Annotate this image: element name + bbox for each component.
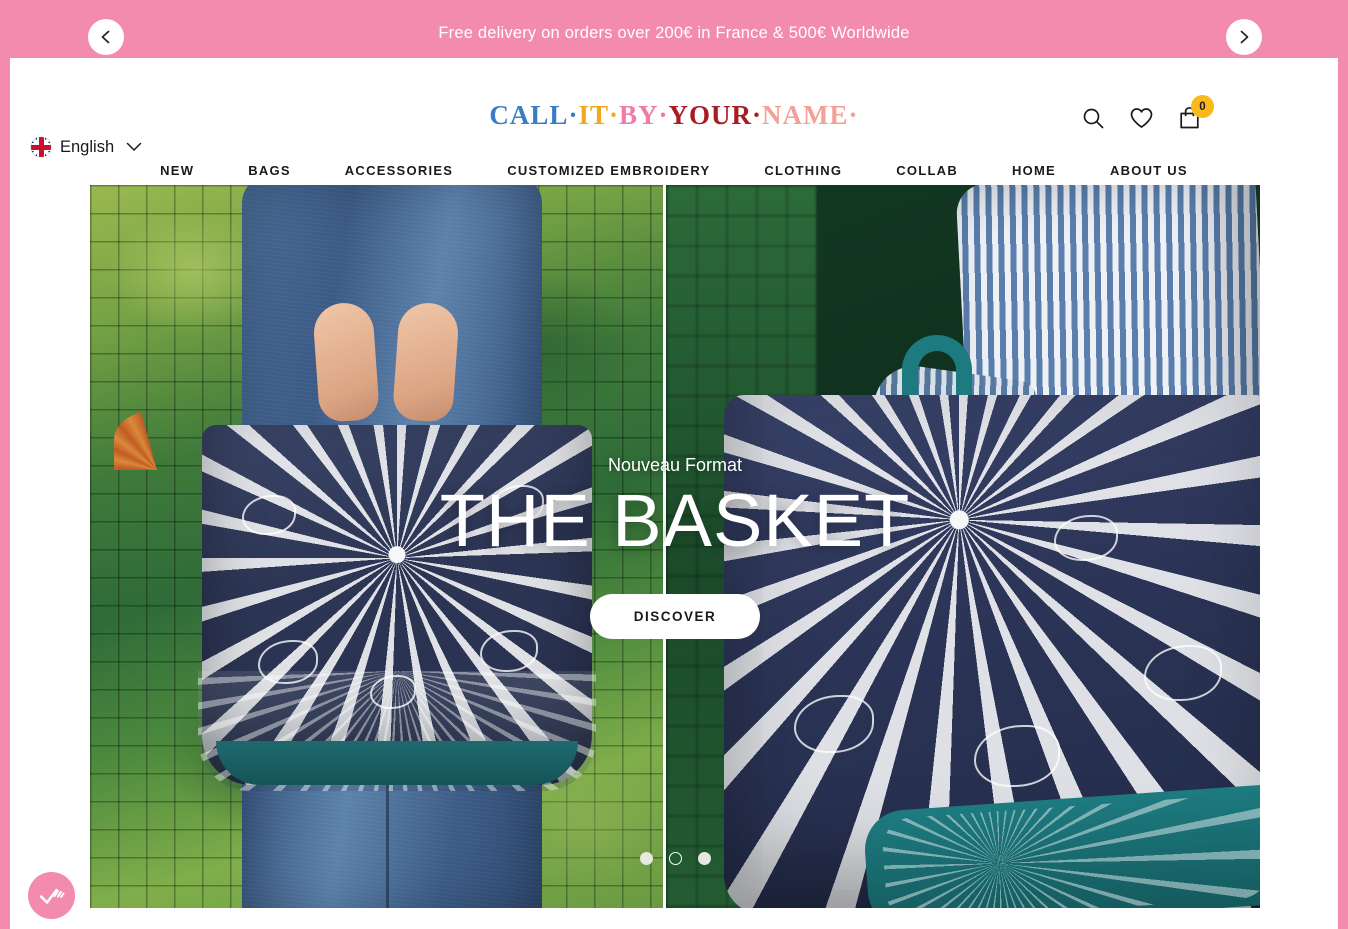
heart-icon <box>1130 108 1153 128</box>
check-swoosh-icon <box>39 888 64 904</box>
discover-button[interactable]: DISCOVER <box>589 593 761 639</box>
logo-part-by: BY <box>619 100 659 130</box>
main-navigation: NEW BAGS ACCESSORIES CUSTOMIZED EMBROIDE… <box>10 163 1338 178</box>
logo-part-it: IT <box>578 100 609 130</box>
logo-dot-5: · <box>848 100 859 130</box>
hero-slider[interactable]: Nouveau Format THE BASKET DISCOVER <box>90 185 1260 908</box>
slider-dot-1[interactable] <box>639 852 653 865</box>
search-button[interactable] <box>1081 106 1105 135</box>
nav-item-new[interactable]: NEW <box>133 163 221 178</box>
logo-part-your: YOUR <box>668 100 753 130</box>
logo-part-name: NAME <box>762 100 849 130</box>
wishlist-button[interactable] <box>1129 106 1154 135</box>
chevron-right-icon <box>1240 30 1249 44</box>
search-icon <box>1083 108 1104 129</box>
hero-image-left <box>90 185 663 908</box>
slider-dot-2[interactable] <box>668 852 682 865</box>
announcement-next-button[interactable] <box>1226 19 1262 55</box>
announcement-text: Free delivery on orders over 200€ in Fra… <box>438 24 910 42</box>
model-hands <box>308 301 472 423</box>
logo-dot-3: · <box>658 100 669 130</box>
nav-item-home[interactable]: HOME <box>985 163 1083 178</box>
announcement-prev-button[interactable] <box>88 19 124 55</box>
shell-mosaic-motif <box>114 410 200 470</box>
page-container: English CALL·IT·BY·YOUR·NAME· 0 NEW BAGS… <box>10 58 1338 929</box>
cart-button[interactable]: 0 <box>1178 95 1214 135</box>
cart-count-badge: 0 <box>1191 95 1214 118</box>
chevron-left-icon <box>101 30 110 44</box>
nav-item-about-us[interactable]: ABOUT US <box>1083 163 1215 178</box>
language-selector[interactable]: English <box>31 137 142 157</box>
bandana-basket-bag-left <box>198 425 596 791</box>
announcement-bar: Free delivery on orders over 200€ in Fra… <box>0 0 1348 67</box>
chevron-down-icon <box>126 142 142 151</box>
logo-dot-2: · <box>608 100 619 130</box>
slider-dot-3[interactable] <box>697 852 711 865</box>
nav-item-customized-embroidery[interactable]: CUSTOMIZED EMBROIDERY <box>480 163 737 178</box>
logo-dot-1: · <box>568 100 579 130</box>
site-header: English CALL·IT·BY·YOUR·NAME· 0 NEW BAGS… <box>10 58 1338 191</box>
nav-item-accessories[interactable]: ACCESSORIES <box>318 163 480 178</box>
uk-flag-icon <box>31 137 51 157</box>
hero-image-right <box>666 185 1260 908</box>
accessibility-widget-button[interactable] <box>28 872 75 919</box>
nav-item-bags[interactable]: BAGS <box>221 163 318 178</box>
nav-item-clothing[interactable]: CLOTHING <box>737 163 869 178</box>
slider-pagination <box>90 852 1260 865</box>
language-label: English <box>60 137 115 156</box>
header-icon-group: 0 <box>1081 95 1214 135</box>
nav-item-collab[interactable]: COLLAB <box>869 163 985 178</box>
logo-dot-4: · <box>752 100 763 130</box>
hero-images <box>90 185 1260 908</box>
logo-part-call: CALL <box>489 100 569 130</box>
